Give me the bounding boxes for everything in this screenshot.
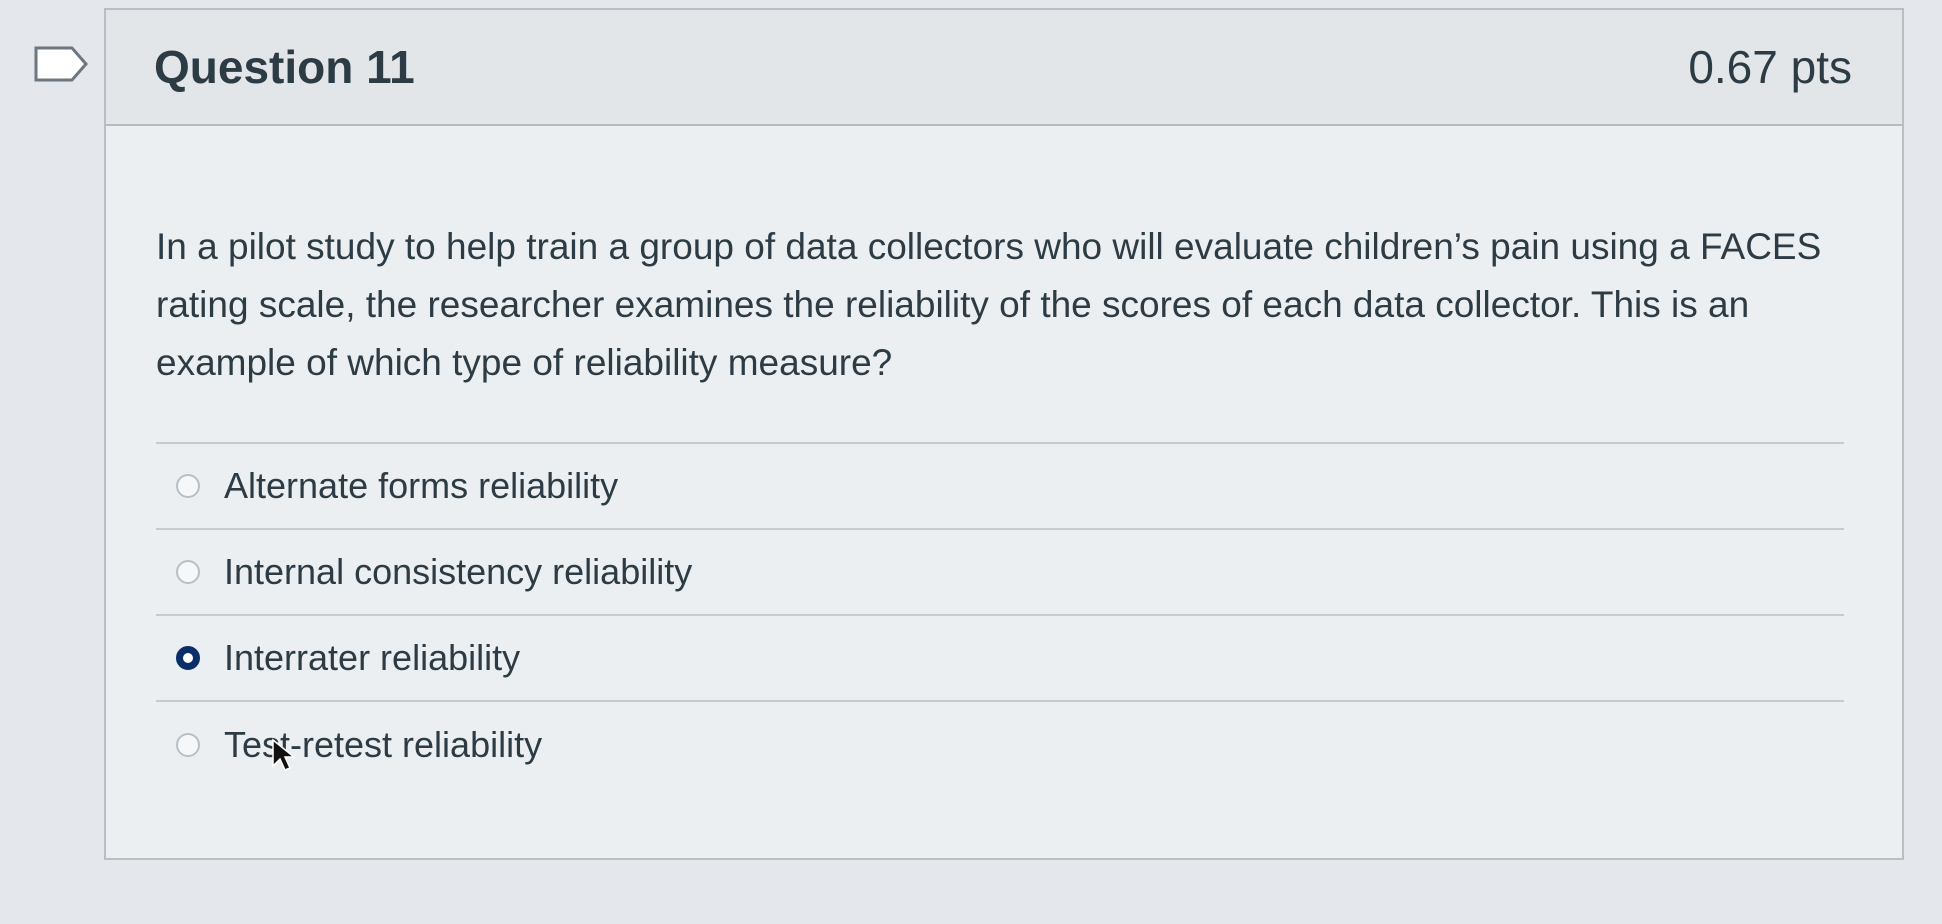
answer-option-alternate-forms[interactable]: Alternate forms reliability: [156, 444, 1844, 530]
question-title: Question 11: [154, 41, 415, 93]
answer-label: Alternate forms reliability: [224, 465, 619, 506]
answer-option-internal-consistency[interactable]: Internal consistency reliability: [156, 530, 1844, 616]
answer-label: Internal consistency reliability: [224, 551, 693, 592]
question-header: Question 11 0.67 pts: [106, 10, 1902, 126]
answer-list: Alternate forms reliability Internal con…: [156, 442, 1844, 788]
question-points: 0.67 pts: [1688, 41, 1852, 93]
question-text: In a pilot study to help train a group o…: [156, 226, 1822, 383]
selected-radio-button[interactable]: [176, 646, 200, 670]
answer-option-interrater[interactable]: Interrater reliability: [156, 616, 1844, 702]
question-card: Question 11 0.67 pts In a pilot study to…: [104, 8, 1904, 860]
answer-option-test-retest[interactable]: Test-retest reliability: [156, 702, 1844, 788]
flag-question-icon[interactable]: [32, 44, 90, 84]
answer-label: Interrater reliability: [224, 637, 521, 678]
radio-button[interactable]: [176, 733, 200, 757]
mouse-cursor-icon: [270, 738, 297, 772]
question-body: In a pilot study to help train a group o…: [106, 126, 1902, 788]
radio-button[interactable]: [176, 474, 200, 498]
radio-button[interactable]: [176, 560, 200, 584]
